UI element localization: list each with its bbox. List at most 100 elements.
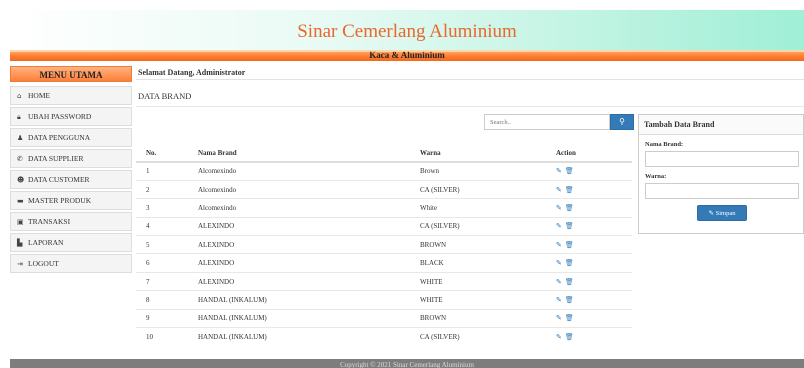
delete-icon[interactable]: 🗑︎: [565, 259, 574, 267]
sidebar-item-label: HOME: [28, 91, 51, 100]
edit-icon[interactable]: ✎: [556, 278, 562, 286]
delete-icon[interactable]: 🗑︎: [565, 204, 574, 212]
cell-warna: Brown: [410, 161, 546, 181]
sidebar-item-label: UBAH PASSWORD: [28, 112, 92, 121]
cell-no: 4: [136, 216, 188, 236]
delete-icon[interactable]: 🗑︎: [565, 241, 574, 249]
sidebar-item-label: DATA CUSTOMER: [28, 175, 90, 184]
app-title: Sinar Cemerlang Aluminium: [297, 21, 517, 42]
cell-no: 5: [136, 235, 188, 254]
cell-warna: CA (SILVER): [410, 179, 546, 199]
cell-no: 2: [136, 179, 188, 199]
sidebar-item-label: DATA PENGGUNA: [28, 133, 91, 142]
edit-icon: ✎: [708, 209, 714, 217]
app-subtitle: Kaca & Aluminium: [10, 50, 804, 61]
edit-icon[interactable]: ✎: [556, 222, 562, 230]
cell-nama: Alcomexindo: [188, 161, 410, 181]
sidebar-item-home[interactable]: ⌂ HOME: [10, 86, 132, 105]
add-brand-panel: Tambah Data Brand Nama Brand: Warna: ✎ S…: [638, 114, 804, 234]
edit-icon[interactable]: ✎: [556, 241, 562, 249]
cell-no: 7: [136, 271, 188, 291]
user-icon: ♟: [17, 134, 24, 142]
transaction-icon: ▣: [17, 218, 24, 226]
delete-icon[interactable]: 🗑︎: [565, 278, 574, 286]
delete-icon[interactable]: 🗑︎: [565, 333, 574, 341]
header-no: No.: [136, 144, 188, 163]
cell-action: ✎ 🗑︎: [546, 290, 632, 310]
sidebar-item-label: MASTER PRODUK: [28, 196, 92, 205]
app-header: Sinar Cemerlang Aluminium: [10, 10, 804, 50]
save-label: Simpan: [715, 210, 736, 217]
cell-no: 6: [136, 253, 188, 273]
save-button[interactable]: ✎ Simpan: [697, 205, 747, 221]
cell-action: ✎ 🗑︎: [546, 216, 632, 236]
cell-warna: BROWN: [410, 308, 546, 328]
sidebar-menu: ⌂ HOME 🔒︎ UBAH PASSWORD ♟ DATA PENGGUNA ✆ DATA …: [10, 86, 132, 273]
search-icon: ⚲: [619, 117, 625, 126]
table-row: 5 ALEXINDO BROWN ✎ 🗑︎: [136, 235, 632, 254]
cell-nama: ALEXINDO: [188, 216, 410, 236]
cell-nama: HANDAL (INKALUM): [188, 308, 410, 328]
sidebar-item-master-produk[interactable]: ▬ MASTER PRODUK: [10, 191, 132, 210]
table-row: 4 ALEXINDO CA (SILVER) ✎ 🗑︎: [136, 216, 632, 236]
header-nama-brand: Nama Brand: [188, 144, 410, 163]
cell-nama: ALEXINDO: [188, 253, 410, 273]
cell-action: ✎ 🗑︎: [546, 161, 632, 181]
cell-warna: WHITE: [410, 290, 546, 310]
header-action: Action: [546, 144, 632, 163]
welcome-text: Selamat Datang, Administrator: [136, 66, 804, 80]
sidebar: MENU UTAMA ⌂ HOME 🔒︎ UBAH PASSWORD ♟ DATA PEN…: [10, 66, 132, 273]
cell-action: ✎ 🗑︎: [546, 253, 632, 273]
table-row: 6 ALEXINDO BLACK ✎ 🗑︎: [136, 253, 632, 273]
table-row: 3 Alcomexindo White ✎ 🗑︎: [136, 198, 632, 218]
table-body: 1 Alcomexindo Brown ✎ 🗑︎ 2 Alcomexindo CA (SILV…: [136, 161, 632, 346]
cell-action: ✎ 🗑︎: [546, 198, 632, 218]
warna-input[interactable]: [645, 183, 799, 199]
nama-brand-input[interactable]: [645, 151, 799, 167]
table-row: 9 HANDAL (INKALUM) BROWN ✎ 🗑︎: [136, 308, 632, 328]
table-row: 8 HANDAL (INKALUM) WHITE ✎ 🗑︎: [136, 290, 632, 310]
cell-warna: BROWN: [410, 235, 546, 254]
delete-icon[interactable]: 🗑︎: [565, 222, 574, 230]
sidebar-item-logout[interactable]: ⇥ LOGOUT: [10, 254, 132, 273]
sidebar-item-data-supplier[interactable]: ✆ DATA SUPPLIER: [10, 149, 132, 168]
sidebar-item-label: DATA SUPPLIER: [28, 154, 84, 163]
footer: Copyright © 2021 Sinar Cemerlang Alumini…: [10, 359, 804, 368]
main-content: Selamat Datang, Administrator DATA BRAND…: [136, 66, 804, 346]
sidebar-item-label: LOGOUT: [28, 259, 59, 268]
edit-icon[interactable]: ✎: [556, 167, 562, 175]
page-title: DATA BRAND: [136, 85, 804, 107]
cell-nama: ALEXINDO: [188, 235, 410, 254]
sidebar-item-data-customer[interactable]: ☻ DATA CUSTOMER: [10, 170, 132, 189]
cell-warna: White: [410, 198, 546, 218]
sidebar-item-laporan[interactable]: ▙ LAPORAN: [10, 233, 132, 252]
cell-warna: CA (SILVER): [410, 327, 546, 346]
edit-icon[interactable]: ✎: [556, 186, 562, 194]
delete-icon[interactable]: 🗑︎: [565, 314, 574, 322]
search-input[interactable]: [484, 114, 610, 130]
table-header-row: No. Nama Brand Warna Action: [136, 144, 632, 163]
table-row: 1 Alcomexindo Brown ✎ 🗑︎: [136, 161, 632, 181]
sidebar-item-transaksi[interactable]: ▣ TRANSAKSI: [10, 212, 132, 231]
delete-icon[interactable]: 🗑︎: [565, 296, 574, 304]
cell-warna: WHITE: [410, 271, 546, 291]
users-icon: ☻: [17, 176, 25, 184]
delete-icon[interactable]: 🗑︎: [565, 186, 574, 194]
sidebar-item-data-pengguna[interactable]: ♟ DATA PENGGUNA: [10, 128, 132, 147]
search-button[interactable]: ⚲: [610, 114, 634, 130]
edit-icon[interactable]: ✎: [556, 259, 562, 267]
edit-icon[interactable]: ✎: [556, 204, 562, 212]
delete-icon[interactable]: 🗑︎: [565, 167, 574, 175]
cell-no: 1: [136, 161, 188, 181]
edit-icon[interactable]: ✎: [556, 333, 562, 341]
cell-action: ✎ 🗑︎: [546, 308, 632, 328]
edit-icon[interactable]: ✎: [556, 314, 562, 322]
cell-no: 3: [136, 198, 188, 218]
edit-icon[interactable]: ✎: [556, 296, 562, 304]
folder-icon: ▬: [17, 197, 24, 205]
sidebar-item-ubah-password[interactable]: 🔒︎ UBAH PASSWORD: [10, 107, 132, 126]
panel-title: Tambah Data Brand: [639, 115, 803, 135]
cell-warna: CA (SILVER): [410, 216, 546, 236]
cell-nama: HANDAL (INKALUM): [188, 290, 410, 310]
cell-action: ✎ 🗑︎: [546, 271, 632, 291]
